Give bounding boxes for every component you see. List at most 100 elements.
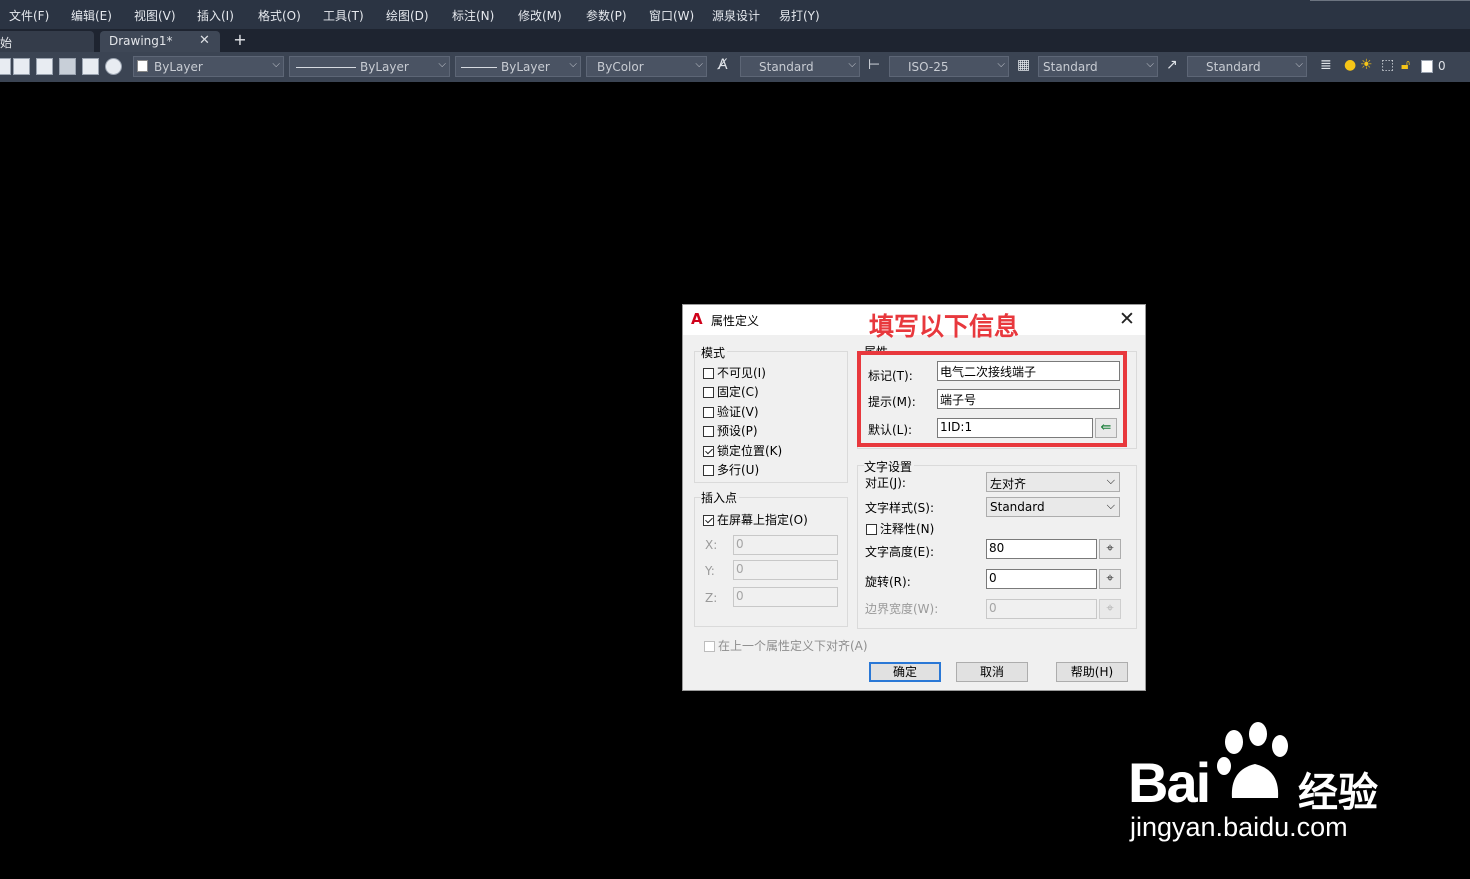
checkbox-box[interactable] — [866, 524, 877, 535]
dim-style-select[interactable]: ISO-25 ⌵ — [889, 56, 1009, 77]
lineweight-select-value: ByLayer — [501, 60, 550, 74]
table-style-icon[interactable]: ▦ — [1017, 57, 1030, 73]
checkbox-label: 在屏幕上指定(O) — [717, 513, 808, 527]
text-style-select[interactable]: Standard ⌵ — [740, 56, 860, 77]
annotative-checkbox[interactable]: 注释性(N) — [866, 520, 934, 536]
pick-boundary-icon[interactable]: ⌖ — [1099, 599, 1121, 619]
y-label: Y: — [705, 564, 715, 578]
layer-previous-icon[interactable] — [82, 58, 99, 75]
linetype-preview — [296, 67, 356, 68]
table-style-select[interactable]: Standard ⌵ — [1038, 56, 1158, 77]
checkbox-label: 固定(C) — [717, 385, 759, 399]
mleader-style-icon[interactable]: ↗ — [1166, 57, 1178, 73]
plotstyle-select[interactable]: ByColor ⌵ — [586, 56, 707, 77]
tab-start[interactable]: 始 — [0, 31, 94, 52]
close-icon[interactable]: ✕ — [199, 33, 210, 48]
text-style-label: 文字样式(S): — [865, 501, 935, 515]
menu-edit[interactable]: 编辑(E) — [71, 7, 112, 24]
add-tab-icon[interactable]: + — [230, 31, 250, 49]
toolbar-partial-icon[interactable] — [0, 58, 11, 75]
constant-checkbox[interactable]: 固定(C) — [703, 383, 759, 399]
text-style-value: Standard — [759, 60, 814, 74]
attribute-definition-dialog: A 属性定义 填写以下信息 ✕ 模式 不可见(I) 固定(C) 验证(V) 预设… — [682, 304, 1146, 691]
checkbox-box[interactable] — [703, 515, 714, 526]
dialog-title: 属性定义 — [711, 314, 760, 328]
menu-file[interactable]: 文件(F) — [9, 7, 49, 24]
table-style-value: Standard — [1043, 60, 1098, 74]
freeze-viewport-icon[interactable]: ⬚ — [1381, 57, 1394, 73]
checkbox-label: 注释性(N) — [880, 522, 935, 536]
checkbox-label: 验证(V) — [717, 405, 759, 419]
paw-logo-icon — [1217, 722, 1288, 798]
close-icon[interactable]: ✕ — [1119, 308, 1135, 330]
linetype-select[interactable]: ByLayer ⌵ — [289, 56, 450, 77]
invisible-checkbox[interactable]: 不可见(I) — [703, 364, 766, 380]
menu-view[interactable]: 视图(V) — [134, 7, 176, 24]
annotation-highlight-box — [857, 351, 1127, 447]
boundary-width-input[interactable]: 0 — [986, 599, 1097, 619]
text-style-value: Standard — [990, 500, 1045, 514]
lightbulb-icon[interactable]: ● — [1344, 57, 1356, 73]
text-style-icon[interactable]: A̸ — [718, 57, 728, 73]
help-button[interactable]: 帮助(H) — [1056, 662, 1128, 682]
pick-rotation-icon[interactable]: ⌖ — [1099, 569, 1121, 589]
watermark-brand-cn: 经验 — [1298, 770, 1378, 816]
menu-window[interactable]: 窗口(W) — [649, 7, 694, 24]
menu-modify[interactable]: 修改(M) — [518, 7, 562, 24]
match-layer-icon[interactable] — [59, 58, 76, 75]
ok-button[interactable]: 确定 — [869, 662, 941, 682]
dialog-titlebar: A 属性定义 填写以下信息 ✕ — [683, 305, 1145, 341]
cancel-button[interactable]: 取消 — [956, 662, 1028, 682]
specify-on-screen-checkbox[interactable]: 在屏幕上指定(O) — [703, 511, 808, 527]
menu-dimension[interactable]: 标注(N) — [452, 7, 494, 24]
lock-position-checkbox[interactable]: 锁定位置(K) — [703, 442, 782, 458]
align-below-checkbox[interactable]: 在上一个属性定义下对齐(A) — [704, 637, 868, 653]
preset-checkbox[interactable]: 预设(P) — [703, 422, 758, 438]
checkbox-box[interactable] — [703, 446, 714, 457]
color-select[interactable]: ByLayer ⌵ — [133, 56, 284, 77]
checkbox-box[interactable] — [703, 465, 714, 476]
sun-icon[interactable]: ☀ — [1360, 57, 1373, 73]
verify-checkbox[interactable]: 验证(V) — [703, 403, 759, 419]
checkbox-label: 锁定位置(K) — [717, 444, 783, 458]
checkbox-label: 多行(U) — [717, 463, 760, 477]
checkbox-box[interactable] — [704, 641, 715, 652]
linetype-select-value: ByLayer — [360, 60, 409, 74]
y-input[interactable]: 0 — [733, 560, 838, 580]
rotation-input[interactable]: 0 — [986, 569, 1097, 589]
checkbox-box[interactable] — [703, 368, 714, 379]
z-label: Z: — [705, 591, 718, 605]
dim-style-icon[interactable]: ⊢ — [868, 57, 880, 73]
menu-draw[interactable]: 绘图(D) — [386, 7, 429, 24]
menu-parametric[interactable]: 参数(P) — [586, 7, 627, 24]
checkbox-box[interactable] — [703, 407, 714, 418]
layer-manager-icon[interactable]: ≣ — [1320, 57, 1332, 73]
z-input[interactable]: 0 — [733, 587, 838, 607]
checkbox-box[interactable] — [703, 387, 714, 398]
checkbox-label: 在上一个属性定义下对齐(A) — [718, 639, 868, 653]
multiline-checkbox[interactable]: 多行(U) — [703, 461, 759, 477]
menu-tools[interactable]: 工具(T) — [323, 7, 364, 24]
checkbox-box[interactable] — [703, 426, 714, 437]
menu-yuanquan[interactable]: 源泉设计 — [712, 7, 760, 24]
unlock-icon[interactable]: 🔓︎ — [1401, 57, 1410, 73]
menu-yida[interactable]: 易打(Y) — [779, 7, 820, 24]
chevron-down-icon: ⌵ — [997, 59, 1005, 70]
x-input[interactable]: 0 — [733, 535, 838, 555]
layer-states-icon[interactable] — [13, 58, 30, 75]
justify-select[interactable]: 左对齐 ⌵ — [986, 472, 1120, 492]
layer-isolate-icon[interactable] — [105, 58, 122, 75]
chevron-down-icon: ⌵ — [1106, 474, 1115, 487]
baidu-jingyan-watermark: Bai 经验 jingyan.baidu.com — [1128, 720, 1408, 850]
layer-properties-icon[interactable] — [36, 58, 53, 75]
mleader-style-select[interactable]: Standard ⌵ — [1187, 56, 1307, 77]
layer-name[interactable]: 0 — [1438, 59, 1446, 73]
lineweight-select[interactable]: ByLayer ⌵ — [455, 56, 581, 77]
checkbox-label: 预设(P) — [717, 424, 758, 438]
text-style-select[interactable]: Standard ⌵ — [986, 497, 1120, 517]
menu-insert[interactable]: 插入(I) — [197, 7, 234, 24]
pick-height-icon[interactable]: ⌖ — [1099, 539, 1121, 559]
text-height-input[interactable]: 80 — [986, 539, 1097, 559]
menu-format[interactable]: 格式(O) — [258, 7, 301, 24]
tab-drawing1[interactable]: Drawing1* ✕ — [100, 31, 220, 52]
